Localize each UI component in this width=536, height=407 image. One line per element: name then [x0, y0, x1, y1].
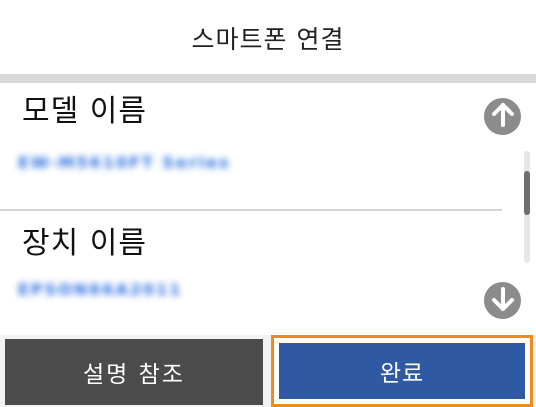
header-divider: [0, 74, 536, 83]
row-divider: [0, 209, 502, 211]
device-name-label: 장치 이름: [22, 226, 147, 261]
page-title: 스마트폰 연결: [191, 25, 345, 54]
device-name-value: EPSON66A2011: [18, 280, 183, 299]
smartphone-connect-screen: 스마트폰 연결 모델 이름 EW-M5610FT Series 장치 이름 EP…: [0, 0, 536, 407]
done-button[interactable]: 완료: [279, 343, 525, 399]
done-button-focus-frame: 완료: [271, 335, 533, 407]
footer-bar: 설명 참조 완료: [0, 335, 536, 407]
model-name-label: 모델 이름: [22, 94, 147, 129]
arrow-down-icon: [489, 285, 517, 317]
scrollbar-thumb[interactable]: [524, 171, 530, 215]
help-button[interactable]: 설명 참조: [5, 339, 263, 405]
scrollbar[interactable]: [524, 151, 530, 263]
info-list: 모델 이름 EW-M5610FT Series 장치 이름 EPSON66A20…: [0, 83, 536, 335]
scroll-up-button[interactable]: [484, 98, 521, 135]
arrow-up-icon: [489, 101, 517, 133]
scroll-down-button[interactable]: [484, 282, 521, 319]
model-name-value: EW-M5610FT Series: [18, 153, 231, 172]
